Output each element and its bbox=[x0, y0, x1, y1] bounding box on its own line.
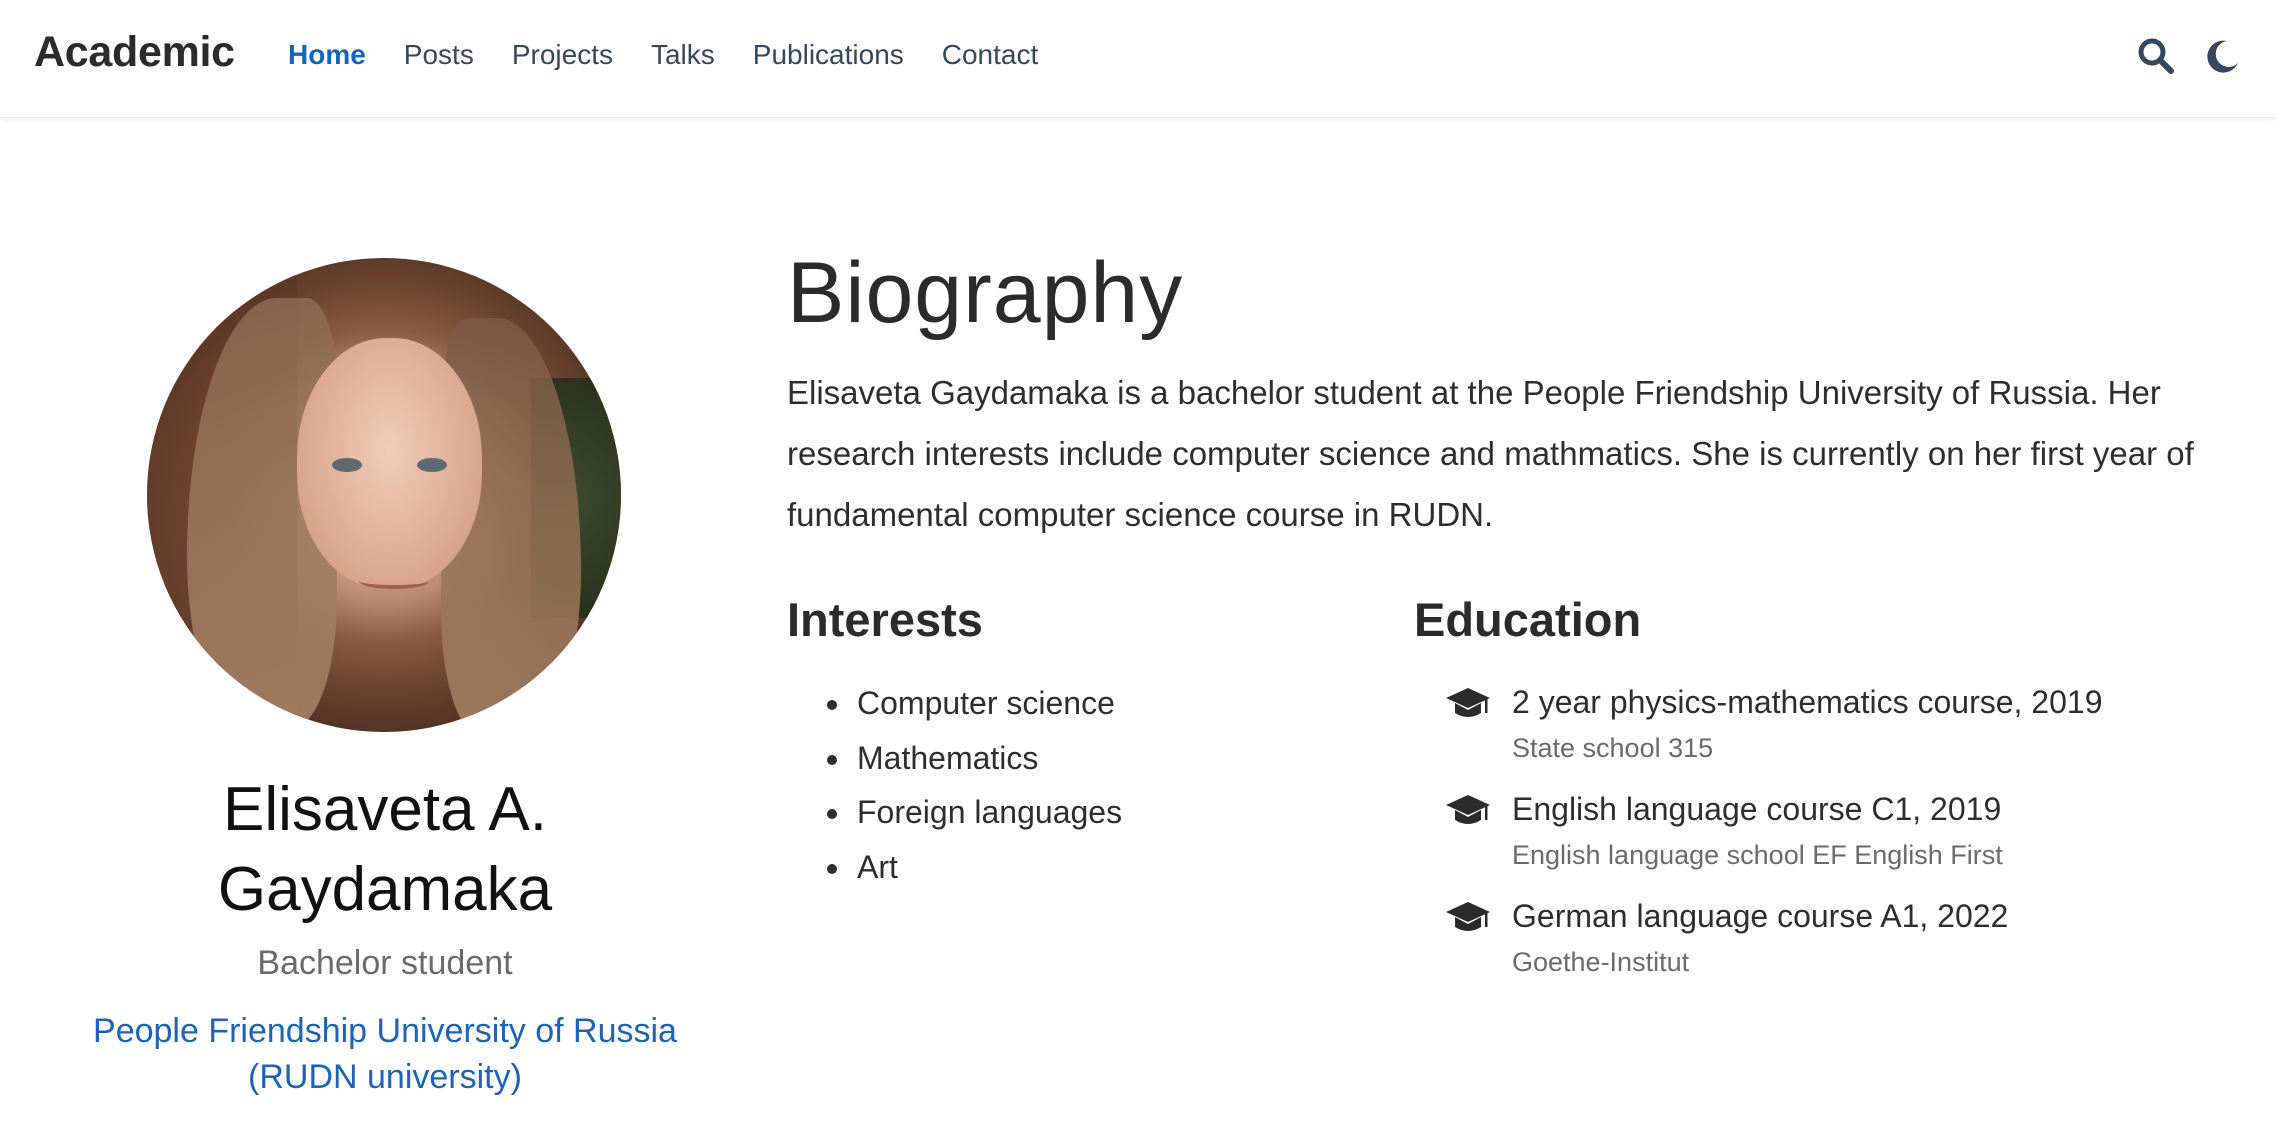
moon-icon[interactable] bbox=[2203, 36, 2243, 76]
education-item: English language course C1, 2019 English… bbox=[1444, 783, 2102, 890]
interest-item: Foreign languages bbox=[827, 785, 1122, 840]
education-item: German language course A1, 2022 Goethe-I… bbox=[1444, 890, 2102, 997]
biography-title: Biography bbox=[787, 245, 1184, 341]
education-institution: State school 315 bbox=[1512, 733, 1714, 763]
nav-link-home[interactable]: Home bbox=[288, 39, 366, 71]
profile-name: Elisaveta A. Gaydamaka bbox=[217, 775, 553, 924]
nav-link-posts[interactable]: Posts bbox=[404, 39, 474, 71]
graduation-cap-icon bbox=[1444, 684, 1492, 724]
biography-text: Elisaveta Gaydamaka is a bachelor studen… bbox=[787, 374, 2194, 533]
education-title: Education bbox=[1414, 593, 1642, 646]
interest-item: Art bbox=[827, 840, 1122, 895]
profile-organization-link[interactable]: People Friendship University of Russia (… bbox=[70, 1008, 700, 1100]
interests-title: Interests bbox=[787, 593, 983, 646]
search-icon[interactable] bbox=[2136, 36, 2176, 76]
navbar: Academic Home Posts Projects Talks Publi… bbox=[0, 0, 2276, 118]
nav-link-projects[interactable]: Projects bbox=[512, 39, 613, 71]
avatar bbox=[147, 258, 621, 732]
nav-link-contact[interactable]: Contact bbox=[942, 39, 1039, 71]
education-course: German language course A1, 2022 bbox=[1512, 898, 2009, 934]
interests-list: Computer science Mathematics Foreign lan… bbox=[827, 676, 1122, 894]
education-course: 2 year physics-mathematics course, 2019 bbox=[1512, 684, 2103, 720]
profile-role: Bachelor student bbox=[257, 944, 513, 982]
education-item: 2 year physics-mathematics course, 2019 … bbox=[1444, 676, 2102, 783]
education-list: 2 year physics-mathematics course, 2019 … bbox=[1444, 676, 2102, 997]
nav-link-publications[interactable]: Publications bbox=[753, 39, 904, 71]
nav-link-talks[interactable]: Talks bbox=[651, 39, 715, 71]
interest-item: Computer science bbox=[827, 676, 1122, 731]
graduation-cap-icon bbox=[1444, 898, 1492, 938]
interest-item: Mathematics bbox=[827, 731, 1122, 786]
graduation-cap-icon bbox=[1444, 791, 1492, 831]
education-course: English language course C1, 2019 bbox=[1512, 791, 2002, 827]
education-institution: English language school EF English First bbox=[1512, 840, 2003, 870]
nav-links: Home Posts Projects Talks Publications C… bbox=[288, 39, 1076, 71]
brand-logo[interactable]: Academic bbox=[34, 28, 235, 77]
education-institution: Goethe-Institut bbox=[1512, 947, 1690, 977]
